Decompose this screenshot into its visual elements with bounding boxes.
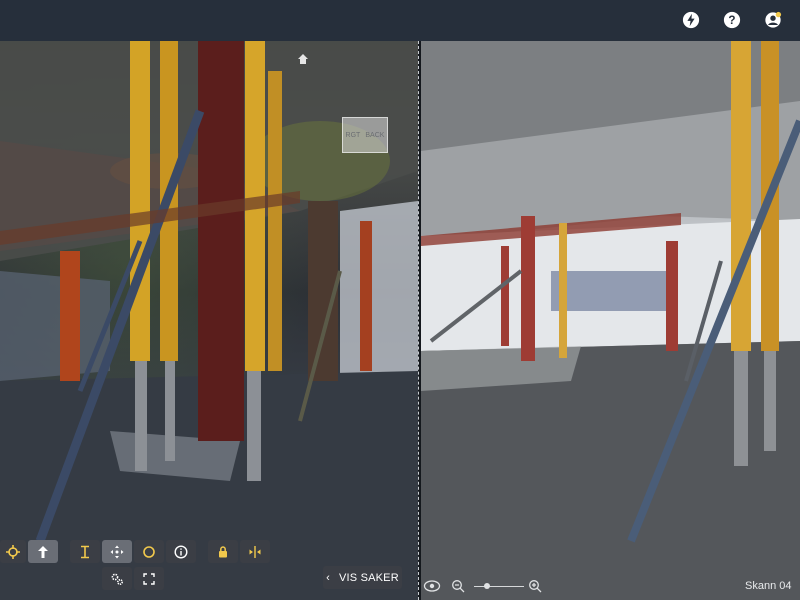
chevron-left-icon: ‹: [326, 571, 330, 584]
zoom-out-icon[interactable]: [451, 579, 465, 593]
walk-arrow-icon: [38, 545, 48, 558]
nav-cube-face-left: RGT: [345, 131, 361, 139]
target-icon: [6, 544, 20, 559]
split-view-icon: [249, 545, 261, 558]
circle-tool-button[interactable]: [134, 540, 164, 563]
photo-scene: [421, 41, 800, 600]
account-notification-icon[interactable]: [763, 10, 783, 30]
svg-text:?: ?: [728, 14, 735, 27]
walk-mode-button[interactable]: [28, 540, 58, 563]
fullscreen-icon: [143, 572, 155, 585]
fullscreen-button[interactable]: [134, 567, 164, 590]
settings-button[interactable]: [102, 567, 132, 590]
scan-label: Skann 04: [745, 580, 792, 592]
circle-icon: [143, 545, 155, 558]
vis-saker-label: VIS SAKER: [338, 571, 399, 584]
info-button[interactable]: [166, 540, 196, 563]
lock-button[interactable]: [208, 540, 238, 563]
lightning-icon[interactable]: [681, 10, 701, 30]
vis-saker-button[interactable]: ‹ VIS SAKER: [323, 566, 402, 589]
zoom-slider-handle[interactable]: [483, 583, 490, 589]
height-measure-icon: [81, 545, 89, 558]
zoom-slider-track[interactable]: [474, 586, 524, 587]
info-icon: [174, 544, 188, 559]
point-cloud-view[interactable]: RGT BACK: [0, 41, 418, 600]
target-button[interactable]: [0, 540, 26, 563]
nav-cube-face-right: BACK: [365, 131, 385, 139]
move-icon: [110, 545, 124, 558]
photo-view[interactable]: [421, 41, 800, 600]
lock-icon: [219, 545, 227, 557]
split-view-button[interactable]: [240, 540, 270, 563]
move-button[interactable]: [102, 540, 132, 563]
top-bar: ?: [0, 0, 800, 41]
help-icon[interactable]: ?: [722, 10, 742, 30]
height-measure-button[interactable]: [70, 540, 100, 563]
eye-360-icon[interactable]: [423, 577, 441, 595]
zoom-in-icon[interactable]: [528, 579, 542, 593]
home-icon[interactable]: [297, 53, 309, 65]
navigation-cube[interactable]: RGT BACK: [342, 117, 388, 153]
settings-gears-icon: [111, 573, 124, 585]
